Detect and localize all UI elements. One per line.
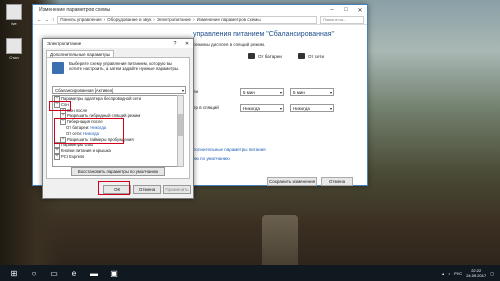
search-icon[interactable]: ○ xyxy=(28,267,40,279)
plug-icon xyxy=(298,53,305,59)
cancel-button[interactable]: Отмена xyxy=(321,177,353,186)
highlight-hibernate xyxy=(54,118,124,144)
restore-defaults-button[interactable]: Восстановить параметры по умолчанию xyxy=(71,167,165,176)
highlight-sleep xyxy=(49,101,71,111)
desktop-icon-2[interactable]: Стол xyxy=(4,38,24,60)
display-ac-select[interactable]: 5 мин xyxy=(290,88,334,96)
tree-item[interactable]: + PCI Express xyxy=(53,153,177,160)
breadcrumb[interactable]: Панель управления › Оборудование и звук › … xyxy=(57,15,317,24)
close-icon[interactable]: ✕ xyxy=(353,7,367,14)
sleep-ac-select[interactable]: Никогда xyxy=(290,104,334,112)
column-label: От батареи xyxy=(258,53,282,59)
desktop-icon-label: ive xyxy=(11,21,17,26)
help-icon[interactable]: ? xyxy=(169,41,181,47)
back-arrow-icon[interactable]: ← xyxy=(37,17,42,22)
desktop-icon-1[interactable]: ive xyxy=(4,4,24,26)
edge-icon[interactable]: e xyxy=(68,267,80,279)
up-arrow-icon[interactable]: ↑ xyxy=(52,17,54,22)
forward-arrow-icon[interactable]: → xyxy=(45,17,50,22)
display-battery-select[interactable]: 5 мин xyxy=(240,88,284,96)
tree-item-label: Кнопки питания и крышка xyxy=(61,148,111,154)
network-icon[interactable]: ▴ xyxy=(442,271,444,276)
dialog-description: Выберите схему управления питанием, кото… xyxy=(69,61,180,72)
plan-subtitle: режимы дисплея в спящий режим. xyxy=(193,42,266,47)
file-icon xyxy=(6,38,22,54)
system-tray: ▴ ♪ РУС 22:22 24.09.2017 ▢ xyxy=(442,268,500,278)
clock[interactable]: 22:22 24.09.2017 xyxy=(466,268,486,278)
tree-scrollbar[interactable] xyxy=(177,95,184,167)
column-ac: От сети xyxy=(298,53,324,59)
maximize-icon[interactable]: □ xyxy=(339,7,353,14)
power-plan-icon xyxy=(52,62,64,74)
notifications-icon[interactable]: ▢ xyxy=(490,271,494,276)
dialog-title: Электропитание xyxy=(47,41,82,46)
plan-select[interactable]: Сбалансированная [Активен] xyxy=(52,86,186,94)
sleep-battery-select[interactable]: Никогда xyxy=(240,104,284,112)
breadcrumb-item[interactable]: Электропитание xyxy=(157,17,191,22)
minimize-icon[interactable]: – xyxy=(325,7,339,14)
background-stump xyxy=(262,215,298,265)
address-bar: ← → ↑ Панель управления › Оборудование и … xyxy=(33,15,367,25)
taskbar: ⊞ ○ ▭ e ▬ ▣ ▴ ♪ РУС 22:22 24.09.2017 ▢ xyxy=(0,265,500,281)
highlight-ok xyxy=(98,181,130,195)
scrollbar-thumb[interactable] xyxy=(178,114,183,136)
store-icon[interactable]: ▣ xyxy=(108,267,120,279)
file-icon xyxy=(6,4,22,20)
column-battery: От батареи xyxy=(248,53,282,59)
desktop-icon-label: Стол xyxy=(9,55,19,60)
plan-title: управления питанием "Сбалансированная" xyxy=(193,31,335,38)
column-label: От сети xyxy=(308,53,324,59)
breadcrumb-item[interactable]: Оборудование и звук xyxy=(107,17,151,22)
search-input[interactable]: Поиск в па... xyxy=(320,15,364,24)
restore-defaults-link[interactable]: ию по умолчанию xyxy=(193,156,230,161)
dialog-titlebar: Электропитание ? ✕ xyxy=(43,39,193,48)
volume-icon[interactable]: ♪ xyxy=(448,271,450,276)
save-button[interactable]: Сохранить изменения xyxy=(267,177,317,186)
folder-icon[interactable]: ▬ xyxy=(88,267,100,279)
close-icon[interactable]: ✕ xyxy=(181,41,193,47)
expand-icon[interactable]: + xyxy=(54,153,60,160)
battery-icon xyxy=(248,53,255,59)
language-indicator[interactable]: РУС xyxy=(454,271,462,276)
window-titlebar: Изменение параметров схемы – □ ✕ xyxy=(33,5,367,15)
start-icon[interactable]: ⊞ xyxy=(8,267,20,279)
apply-button[interactable]: Применить xyxy=(163,185,191,194)
breadcrumb-item[interactable]: Изменение параметров схемы xyxy=(197,17,261,22)
window-title: Изменение параметров схемы xyxy=(39,7,111,13)
dialog-cancel-button[interactable]: Отмена xyxy=(133,185,161,194)
clock-date: 24.09.2017 xyxy=(466,273,487,278)
tree-item-label: Параметры адаптера беспроводной сети xyxy=(61,96,142,102)
breadcrumb-item[interactable]: Панель управления xyxy=(60,17,101,22)
task-view-icon[interactable]: ▭ xyxy=(48,267,60,279)
tree-item-label: PCI Express xyxy=(61,154,85,160)
advanced-settings-link[interactable]: полнительные параметры питания xyxy=(193,147,266,152)
sleep-row-label: ер в спящий xyxy=(193,105,219,110)
